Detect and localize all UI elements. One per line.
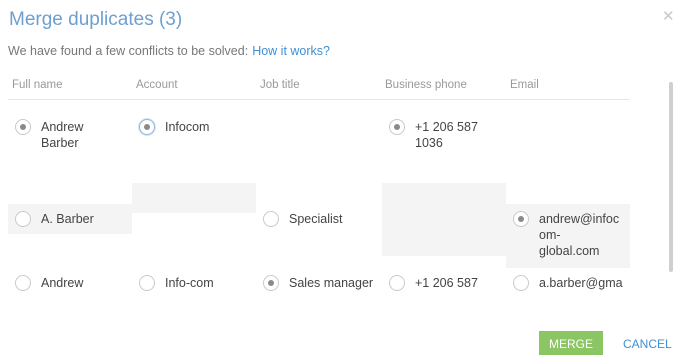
row3-business-phone-cell: +1 206 587 bbox=[382, 275, 506, 291]
subtitle-text: We have found a few conflicts to be solv… bbox=[8, 44, 249, 58]
row3-email-option[interactable]: a.barber@gma bbox=[513, 275, 630, 291]
cancel-button[interactable]: CANCEL bbox=[623, 337, 672, 351]
row3-business-phone-option[interactable]: +1 206 587 bbox=[389, 275, 506, 291]
column-header-full-name: Full name bbox=[12, 79, 63, 91]
row2-job-title-option[interactable]: Specialist bbox=[263, 211, 380, 227]
row2-email-radio[interactable] bbox=[513, 211, 529, 227]
row1-full-name-radio[interactable] bbox=[15, 119, 31, 135]
row2-business-phone-cell bbox=[382, 183, 506, 256]
column-header-job-title: Job title bbox=[260, 79, 300, 91]
row3-email-radio[interactable] bbox=[513, 275, 529, 291]
row2-account-cell bbox=[132, 183, 256, 213]
row3-full-name-label: Andrew bbox=[41, 276, 84, 290]
column-header-account: Account bbox=[136, 79, 178, 91]
row2-full-name-option[interactable]: A. Barber bbox=[15, 211, 132, 227]
row2-email-cell: andrew@infoc om- global.com bbox=[506, 204, 630, 268]
row1-full-name-label: Andrew Barber bbox=[41, 120, 84, 150]
row2-full-name-label: A. Barber bbox=[41, 212, 94, 226]
row2-full-name-cell: A. Barber bbox=[8, 204, 132, 234]
dialog-title: Merge duplicates (3) bbox=[9, 9, 183, 30]
row3-account-radio[interactable] bbox=[139, 275, 155, 291]
row2-email-label: andrew@infoc om- global.com bbox=[539, 212, 620, 258]
row2-full-name-radio[interactable] bbox=[15, 211, 31, 227]
row1-business-phone-option[interactable]: +1 206 587 1036 bbox=[389, 119, 506, 151]
row3-full-name-cell: Andrew bbox=[8, 275, 132, 291]
row2-email-option[interactable]: andrew@infoc om- global.com bbox=[513, 211, 630, 259]
row1-business-phone-cell: +1 206 587 1036 bbox=[382, 119, 506, 185]
header-divider bbox=[8, 99, 630, 100]
row3-account-cell: Info-com bbox=[132, 275, 256, 291]
row3-job-title-option[interactable]: Sales manager bbox=[263, 275, 380, 291]
row3-email-label: a.barber@gma bbox=[539, 276, 623, 290]
row2-job-title-cell: Specialist bbox=[256, 204, 380, 234]
row3-business-phone-radio[interactable] bbox=[389, 275, 405, 291]
row3-job-title-radio[interactable] bbox=[263, 275, 279, 291]
row3-account-option[interactable]: Info-com bbox=[139, 275, 256, 291]
row3-business-phone-label: +1 206 587 bbox=[415, 276, 478, 290]
row3-email-cell: a.barber@gma bbox=[506, 275, 630, 291]
column-header-business-phone: Business phone bbox=[385, 79, 467, 91]
row1-account-radio[interactable] bbox=[139, 119, 155, 135]
row3-account-label: Info-com bbox=[165, 276, 214, 290]
row2-job-title-label: Specialist bbox=[289, 212, 343, 226]
row1-account-label: Infocom bbox=[165, 120, 210, 134]
vertical-scrollbar[interactable] bbox=[669, 82, 673, 272]
row1-full-name-cell: Andrew Barber bbox=[8, 119, 132, 185]
row3-job-title-label: Sales manager bbox=[289, 276, 374, 290]
column-header-email: Email bbox=[510, 79, 539, 91]
row2-job-title-radio[interactable] bbox=[263, 211, 279, 227]
merge-button[interactable]: MERGE bbox=[539, 331, 603, 355]
close-icon[interactable]: ✕ bbox=[662, 7, 675, 25]
row1-business-phone-radio[interactable] bbox=[389, 119, 405, 135]
row1-full-name-option[interactable]: Andrew Barber bbox=[15, 119, 132, 151]
dialog-subtitle: We have found a few conflicts to be solv… bbox=[8, 44, 330, 58]
row1-business-phone-label: +1 206 587 1036 bbox=[415, 120, 478, 150]
row3-job-title-cell: Sales manager bbox=[256, 275, 380, 291]
row1-account-option[interactable]: Infocom bbox=[139, 119, 256, 135]
row3-full-name-radio[interactable] bbox=[15, 275, 31, 291]
row1-account-cell: Infocom bbox=[132, 119, 256, 185]
row3-full-name-option[interactable]: Andrew bbox=[15, 275, 132, 291]
how-it-works-link[interactable]: How it works? bbox=[252, 44, 330, 58]
